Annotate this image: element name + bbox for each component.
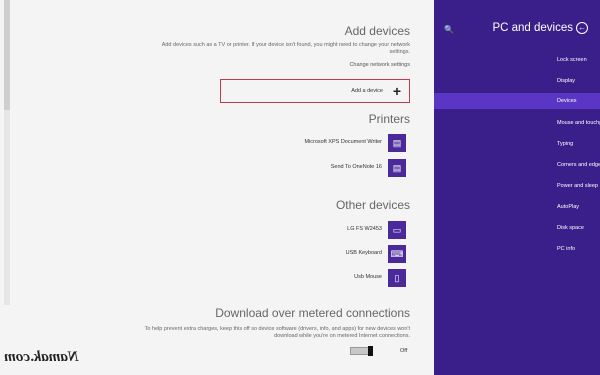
sidebar-item-devices[interactable]: Devices bbox=[434, 93, 600, 109]
scrollbar-thumb[interactable] bbox=[4, 0, 10, 110]
sidebar-item-typing[interactable]: Typing bbox=[434, 136, 600, 152]
device-item-mouse[interactable]: Usb Mouse ▯ bbox=[266, 269, 406, 287]
sidebar-title: PC and devices bbox=[492, 22, 573, 35]
add-devices-description: Add devices such as a TV or printer. If … bbox=[161, 42, 410, 55]
device-label: Send To OneNote 16 bbox=[330, 164, 382, 170]
printer-icon: ▤ bbox=[388, 134, 406, 152]
mouse-icon: ▯ bbox=[388, 269, 406, 287]
printer-icon: ▤ bbox=[388, 159, 406, 177]
sidebar-item-label: Display bbox=[557, 78, 576, 84]
other-devices-title: Other devices bbox=[335, 198, 410, 212]
sidebar-item-label: Devices bbox=[557, 98, 577, 104]
sidebar-item-label: AutoPlay bbox=[557, 204, 580, 210]
change-network-settings-link[interactable]: Change network settings bbox=[349, 62, 410, 68]
device-item-xps[interactable]: Microsoft XPS Document Writer ▤ bbox=[266, 134, 406, 152]
device-label: Usb Mouse bbox=[354, 274, 382, 280]
watermark: Namak.com bbox=[4, 349, 79, 365]
plus-icon: + bbox=[392, 83, 402, 99]
sidebar-item-autoplay[interactable]: AutoPlay bbox=[434, 199, 600, 215]
sidebar-item-pc-info[interactable]: PC info bbox=[434, 241, 600, 257]
sidebar-item-label: Corners and edges bbox=[557, 162, 600, 168]
device-label: USB Keyboard bbox=[345, 250, 382, 256]
sidebar-item-mouse-and-touchpad[interactable]: Mouse and touchpad bbox=[434, 115, 600, 131]
device-label: LG FS W2453 bbox=[347, 226, 382, 232]
sidebar-header: PC and devices ← bbox=[492, 22, 588, 34]
sidebar-item-power-and-sleep[interactable]: Power and sleep bbox=[434, 178, 600, 194]
sidebar: 🔍 PC and devices ← Lock screen Display De… bbox=[434, 0, 600, 375]
printers-title: Printers bbox=[368, 112, 410, 126]
sidebar-item-label: Power and sleep bbox=[557, 183, 598, 189]
device-label: Microsoft XPS Document Writer bbox=[304, 139, 382, 145]
sidebar-item-disk-space[interactable]: Disk space bbox=[434, 220, 600, 236]
device-item-monitor[interactable]: LG FS W2453 ▭ bbox=[266, 221, 406, 239]
sidebar-item-display[interactable]: Display bbox=[434, 73, 600, 89]
sidebar-item-label: Lock screen bbox=[557, 57, 587, 63]
toggle-state-label: Off bbox=[400, 348, 408, 354]
sidebar-item-lock-screen[interactable]: Lock screen bbox=[434, 52, 600, 68]
keyboard-icon: ⌨ bbox=[388, 245, 406, 263]
sidebar-item-corners-and-edges[interactable]: Corners and edges bbox=[434, 157, 600, 173]
monitor-icon: ▭ bbox=[388, 221, 406, 239]
metered-title: Download over metered connections bbox=[215, 306, 410, 320]
add-device-label: Add a device bbox=[351, 88, 383, 94]
toggle-thumb[interactable] bbox=[368, 346, 373, 356]
metered-description: To help prevent extra charges, keep this… bbox=[144, 326, 410, 339]
device-item-onenote[interactable]: Send To OneNote 16 ▤ bbox=[266, 159, 406, 177]
sidebar-item-label: Typing bbox=[557, 141, 574, 147]
back-arrow-icon[interactable]: ← bbox=[576, 22, 588, 34]
device-item-keyboard[interactable]: USB Keyboard ⌨ bbox=[266, 245, 406, 263]
content-pane: Add devices Add devices such as a TV or … bbox=[0, 0, 434, 375]
sidebar-item-label: Mouse and touchpad bbox=[557, 120, 600, 126]
add-device-button[interactable]: Add a device + bbox=[220, 79, 410, 103]
add-devices-title: Add devices bbox=[344, 24, 410, 38]
sidebar-item-label: Disk space bbox=[557, 225, 584, 231]
sidebar-item-label: PC info bbox=[557, 246, 576, 252]
search-icon[interactable]: 🔍 bbox=[444, 25, 454, 34]
